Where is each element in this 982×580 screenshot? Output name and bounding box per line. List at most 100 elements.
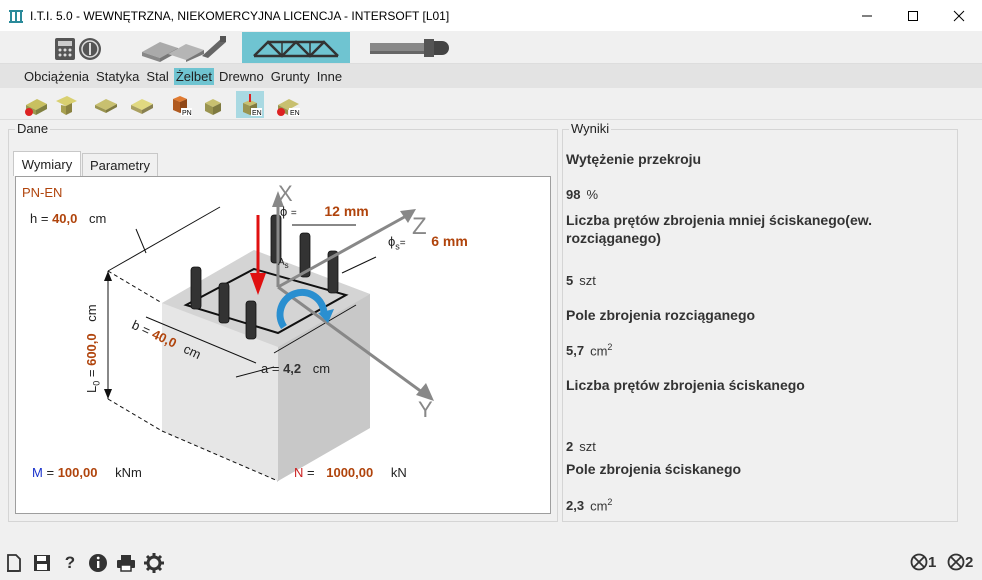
- menu-item-statyka[interactable]: Statyka: [94, 68, 141, 85]
- input-panel-title: Dane: [15, 121, 51, 136]
- menu-item-zelbet[interactable]: Żelbet: [173, 67, 214, 85]
- force-eq: =: [307, 465, 315, 480]
- counter-1[interactable]: 1: [910, 553, 936, 571]
- print-button[interactable]: [116, 553, 136, 573]
- result-1-value: 5 szt: [566, 273, 596, 288]
- tab-parametry[interactable]: Parametry: [82, 153, 158, 176]
- dim-l0-value[interactable]: 600,0: [84, 333, 99, 366]
- axis-z-label: Z: [412, 213, 427, 240]
- dim-l0-eq: =: [84, 369, 99, 378]
- result-3-header: Liczba prętów zbrojenia ściskanego: [566, 377, 805, 393]
- info-icon: [89, 554, 107, 572]
- result-0-number: 98: [566, 187, 581, 202]
- slab-ribbed-icon: [131, 98, 153, 114]
- column-pn-icon: PN: [173, 95, 192, 117]
- tool-column-ln[interactable]: [200, 91, 228, 118]
- dim-l0-sub: 0: [91, 380, 102, 386]
- result-1-header-line1: Liczba prętów zbrojenia mniej ściskanego…: [566, 212, 873, 228]
- result-0-header: Wytężenie przekroju: [566, 151, 702, 167]
- results-panel-title: Wyniki: [569, 121, 612, 136]
- module-tab-tools[interactable]: [362, 32, 452, 63]
- menu-item-obciazenia[interactable]: Obciążenia: [22, 68, 91, 85]
- dim-h-value[interactable]: 40,0: [52, 211, 77, 226]
- dim-phi-s-eq: =: [399, 238, 406, 249]
- help-button[interactable]: ?: [60, 553, 80, 573]
- tool-beam-t[interactable]: [52, 91, 80, 118]
- result-3-number: 2: [566, 439, 574, 454]
- tool-beam-en[interactable]: EN: [274, 91, 302, 118]
- result-1-number: 5: [566, 273, 574, 288]
- tool-column-pn[interactable]: PN: [166, 91, 194, 118]
- close-button[interactable]: [936, 0, 982, 31]
- result-4-header: Pole zbrojenia ściskanego: [566, 461, 742, 477]
- minimize-button[interactable]: [844, 0, 890, 31]
- counter-2[interactable]: 2: [947, 553, 973, 571]
- dim-a-eq: =: [271, 361, 280, 376]
- menu-item-drewno[interactable]: Drewno: [217, 68, 266, 85]
- dim-a-value[interactable]: 4,2: [283, 361, 301, 376]
- help-icon: ?: [64, 553, 76, 572]
- result-4-value: 2,3 cm2: [566, 497, 612, 513]
- menu-item-inne[interactable]: Inne: [315, 68, 344, 85]
- calculator-icon: [55, 37, 101, 60]
- minimize-icon: [862, 15, 872, 16]
- beam-en-icon: EN: [277, 98, 300, 117]
- dim-l0: L0 = 600,0 cm: [84, 304, 102, 393]
- t-beam-icon: [56, 95, 77, 115]
- force-number[interactable]: 1000,00: [326, 465, 373, 480]
- tool-beam[interactable]: [22, 91, 50, 118]
- result-2-number: 5,7: [566, 343, 585, 359]
- result-3-value: 2 szt: [566, 439, 596, 454]
- moment-value: M = 100,00 kNm: [32, 465, 142, 480]
- dim-l0-unit: cm: [84, 304, 99, 322]
- menu-item-stal[interactable]: Stal: [144, 68, 170, 85]
- dim-h-eq: =: [40, 211, 49, 226]
- force-label: N: [294, 465, 304, 480]
- tab-wymiary[interactable]: Wymiary: [13, 151, 81, 176]
- force-unit: kN: [390, 465, 407, 480]
- category-menu: Obciążenia Statyka Stal Żelbet Drewno Gr…: [0, 64, 982, 88]
- concrete-blocks-icon: [142, 35, 226, 62]
- title-bar: I.T.I. 5.0 - WEWNĘTRZNA, NIEKOMERCYJNA L…: [0, 0, 982, 31]
- dim-phi-value[interactable]: 12 mm: [324, 203, 368, 219]
- bottom-toolbar: ? 1 2: [0, 547, 982, 580]
- counter-1-value: 1: [928, 553, 937, 571]
- dim-phi-eq: =: [290, 208, 297, 219]
- save-button[interactable]: [32, 553, 52, 573]
- module-tab-calculator[interactable]: [44, 32, 106, 63]
- moment-number[interactable]: 100,00: [58, 465, 98, 480]
- svg-text:PN: PN: [182, 110, 192, 117]
- slab-icon: [95, 98, 117, 113]
- close-icon: [953, 10, 965, 21]
- element-toolbar: PN EN EN: [0, 88, 982, 120]
- result-2-unit: cm: [590, 343, 608, 359]
- truss-bridge-icon: [253, 39, 339, 58]
- force-value: N = 1000,00 kN: [294, 465, 407, 480]
- counter-2-icon: [947, 553, 965, 571]
- module-tab-materials[interactable]: [136, 32, 232, 63]
- dim-phi-s-value[interactable]: 6 mm: [431, 233, 468, 249]
- tool-slab[interactable]: [92, 91, 120, 118]
- result-1-header-line2: rozciąganego): [566, 230, 661, 246]
- standard-label: PN-EN: [22, 185, 63, 200]
- save-icon: [34, 555, 50, 571]
- dimensions-canvas: PN-EN h = 40,0 cm b = 40,0 cm a = 4,2 cm…: [15, 176, 551, 514]
- new-document-button[interactable]: [4, 553, 24, 573]
- maximize-button[interactable]: [890, 0, 936, 31]
- info-button[interactable]: [88, 553, 108, 573]
- counter-1-icon: [910, 553, 928, 571]
- result-4-number: 2,3: [566, 498, 585, 514]
- new-document-icon: [7, 554, 21, 572]
- module-tab-structures[interactable]: [242, 32, 350, 63]
- column-ln-icon: [205, 98, 221, 115]
- settings-button[interactable]: [144, 553, 164, 573]
- tool-column-en[interactable]: EN: [236, 91, 264, 118]
- axis-y-label: Y: [418, 397, 433, 422]
- result-3-unit: szt: [579, 439, 596, 454]
- menu-item-grunty[interactable]: Grunty: [269, 68, 312, 85]
- dim-a-unit: cm: [312, 361, 331, 376]
- dim-h-label: h: [30, 211, 38, 226]
- tool-slab-2[interactable]: [128, 91, 156, 118]
- svg-text:EN: EN: [290, 110, 300, 117]
- app-logo-icon: [9, 9, 23, 23]
